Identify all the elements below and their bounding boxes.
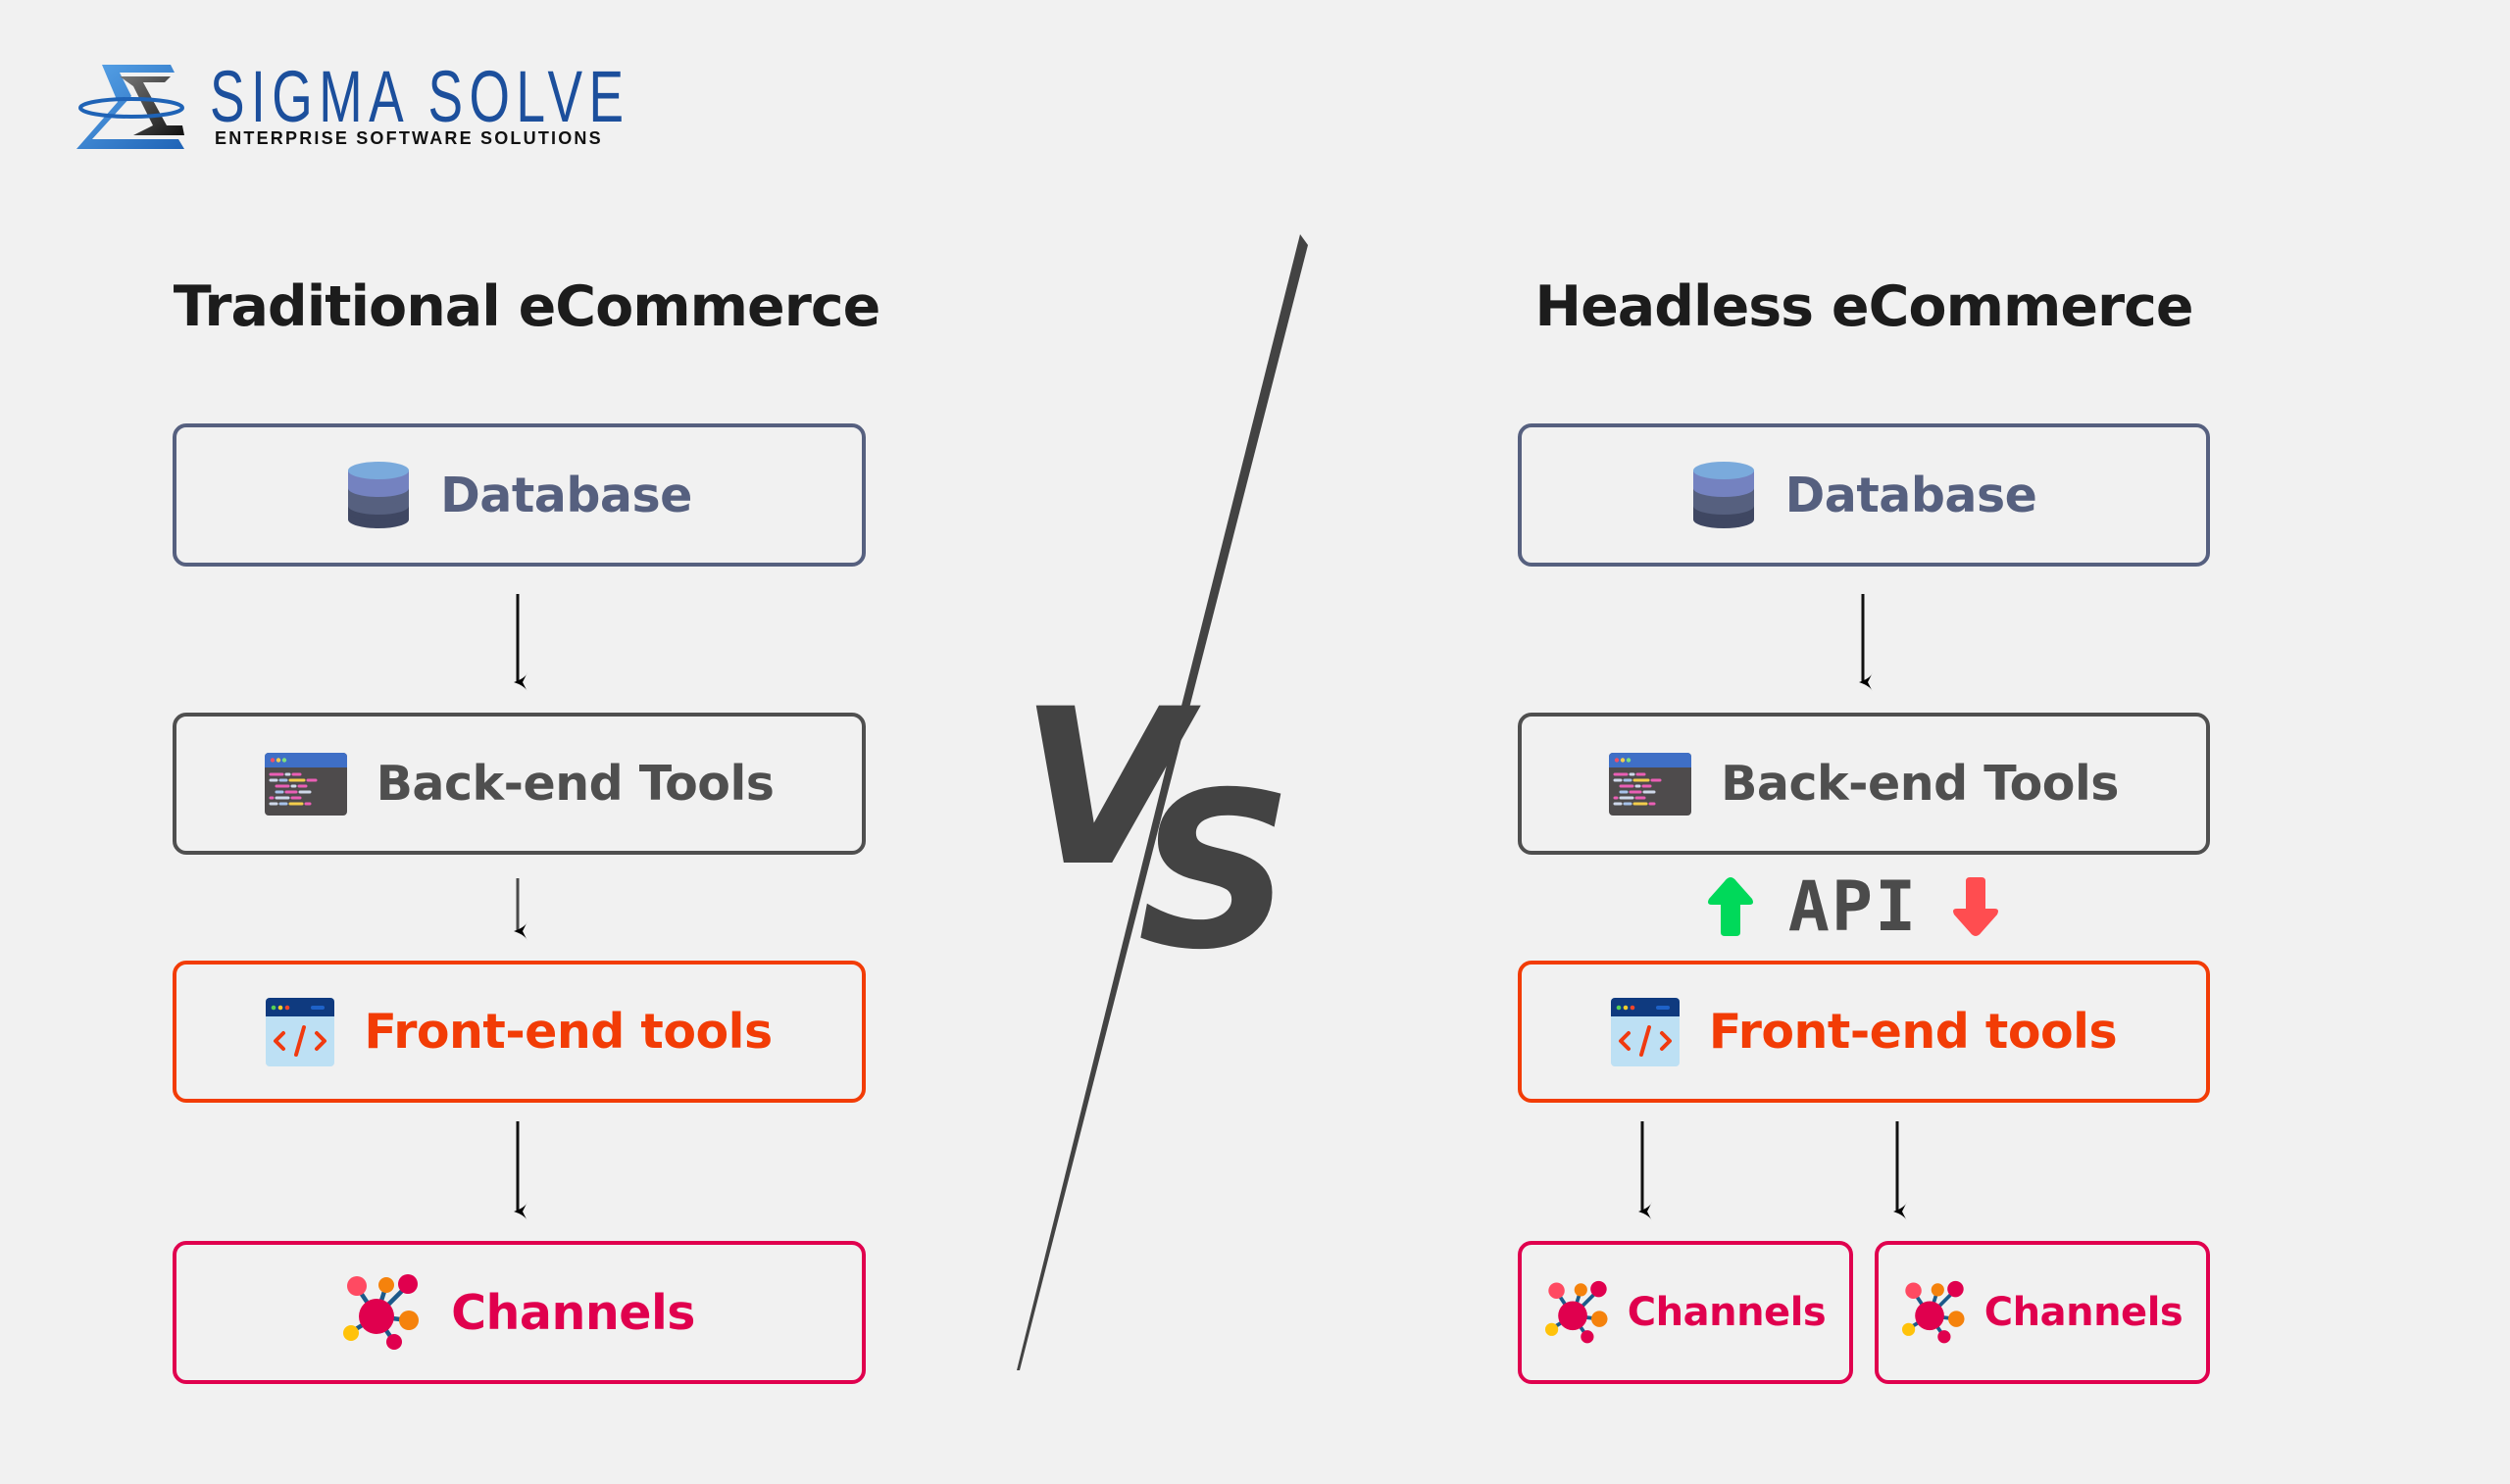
node-label: Front-end tools — [1708, 1004, 2118, 1060]
headless-channels-box-1: Channels — [1518, 1241, 1853, 1384]
logo-tagline: ENTERPRISE SOFTWARE SOLUTIONS — [215, 128, 603, 148]
arrow-down-icon — [514, 1121, 527, 1220]
html-code-icon — [1611, 998, 1680, 1066]
sigma-logo-icon — [76, 65, 184, 149]
node-label: Database — [440, 467, 692, 523]
code-window-icon — [1609, 753, 1691, 816]
headless-backend-box: Back-end Tools — [1518, 713, 2210, 855]
network-nodes-icon — [1902, 1280, 1967, 1345]
arrow-down-icon — [514, 878, 527, 941]
node-label: Channels — [451, 1284, 695, 1341]
node-label: Channels — [1983, 1290, 2184, 1335]
traditional-backend-box: Back-end Tools — [173, 713, 866, 855]
node-label: Front-end tools — [364, 1004, 773, 1060]
node-label: Channels — [1627, 1290, 1827, 1335]
traditional-title: Traditional eCommerce — [173, 274, 881, 339]
node-label: Back-end Tools — [376, 756, 775, 812]
network-nodes-icon — [343, 1273, 422, 1352]
node-label: Back-end Tools — [1721, 756, 2119, 812]
vs-separator: VS — [1017, 234, 1311, 1370]
network-nodes-icon — [1545, 1280, 1610, 1345]
database-icon — [1691, 461, 1756, 529]
logo-name: SIGMA SOLVE — [210, 56, 630, 137]
traditional-frontend-box: Front-end tools — [173, 961, 866, 1103]
headless-channels-box-2: Channels — [1875, 1241, 2210, 1384]
arrow-up-icon — [1708, 877, 1753, 936]
arrow-down-icon — [1893, 1121, 1907, 1220]
arrow-down-icon — [514, 594, 527, 691]
arrow-down-icon — [1859, 594, 1873, 691]
vs-label: VS — [1020, 663, 1281, 997]
headless-database-box: Database — [1518, 423, 2210, 567]
arrow-down-icon — [1953, 877, 1998, 936]
traditional-channels-box: Channels — [173, 1241, 866, 1384]
headless-title: Headless eCommerce — [1534, 274, 2193, 339]
headless-frontend-box: Front-end tools — [1518, 961, 2210, 1103]
code-window-icon — [265, 753, 347, 816]
arrow-down-icon — [1638, 1121, 1652, 1220]
html-code-icon — [266, 998, 334, 1066]
api-connector: API — [1706, 863, 2000, 951]
database-icon — [346, 461, 411, 529]
api-label: API — [1787, 866, 1919, 947]
node-label: Database — [1784, 467, 2037, 523]
vs-letter: S — [1137, 746, 1281, 997]
traditional-database-box: Database — [173, 423, 866, 567]
